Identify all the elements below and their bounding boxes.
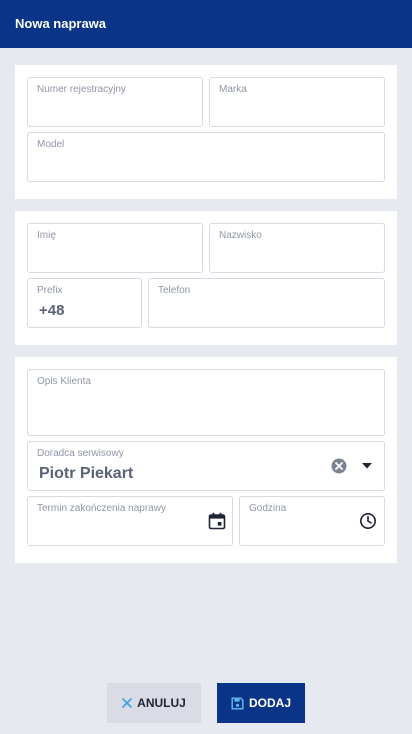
customer-section: Imię Nazwisko Prefix +48 Telefon [15,211,397,345]
customer-description-label: Opis Klienta [37,376,91,387]
first-name-label: Imię [37,230,56,241]
close-icon [122,698,132,708]
vehicle-section: Numer rejestracyjny Marka Model [15,65,397,199]
model-field[interactable]: Model [27,132,385,182]
registration-number-label: Numer rejestracyjny [37,84,126,95]
service-advisor-value: Piotr Piekart [39,465,134,482]
phone-prefix-label: Prefix [37,285,63,296]
last-name-label: Nazwisko [219,230,262,241]
customer-description-field[interactable]: Opis Klienta [27,369,385,436]
service-advisor-select[interactable]: Doradca serwisowy Piotr Piekart [27,441,385,491]
time-field[interactable]: Godzina [239,496,385,546]
service-advisor-label: Doradca serwisowy [37,448,124,459]
service-section: Opis Klienta Doradca serwisowy Piotr Pie… [15,357,397,563]
cancel-button-label: ANULUJ [137,696,186,710]
registration-number-field[interactable]: Numer rejestracyjny [27,77,203,127]
add-button[interactable]: DODAJ [217,683,305,723]
make-label: Marka [219,84,247,95]
due-date-label: Termin zakończenia naprawy [37,503,166,514]
first-name-field[interactable]: Imię [27,223,203,273]
page-title: Nowa naprawa [15,16,107,31]
add-button-label: DODAJ [248,696,291,710]
app-header: Nowa naprawa [0,0,412,48]
last-name-field[interactable]: Nazwisko [209,223,385,273]
phone-prefix-value: +48 [39,302,65,319]
cancel-button[interactable]: ANULUJ [107,683,201,723]
make-field[interactable]: Marka [209,77,385,127]
calendar-icon[interactable] [208,512,226,530]
clock-icon[interactable] [359,512,377,530]
phone-prefix-field[interactable]: Prefix +48 [27,278,142,328]
clear-icon[interactable] [331,458,347,474]
due-date-field[interactable]: Termin zakończenia naprawy [27,496,233,546]
model-label: Model [37,139,65,150]
save-icon [231,696,244,710]
phone-field[interactable]: Telefon [148,278,385,328]
dropdown-arrow-icon[interactable] [362,463,372,469]
phone-label: Telefon [158,285,191,296]
time-label: Godzina [249,503,287,514]
